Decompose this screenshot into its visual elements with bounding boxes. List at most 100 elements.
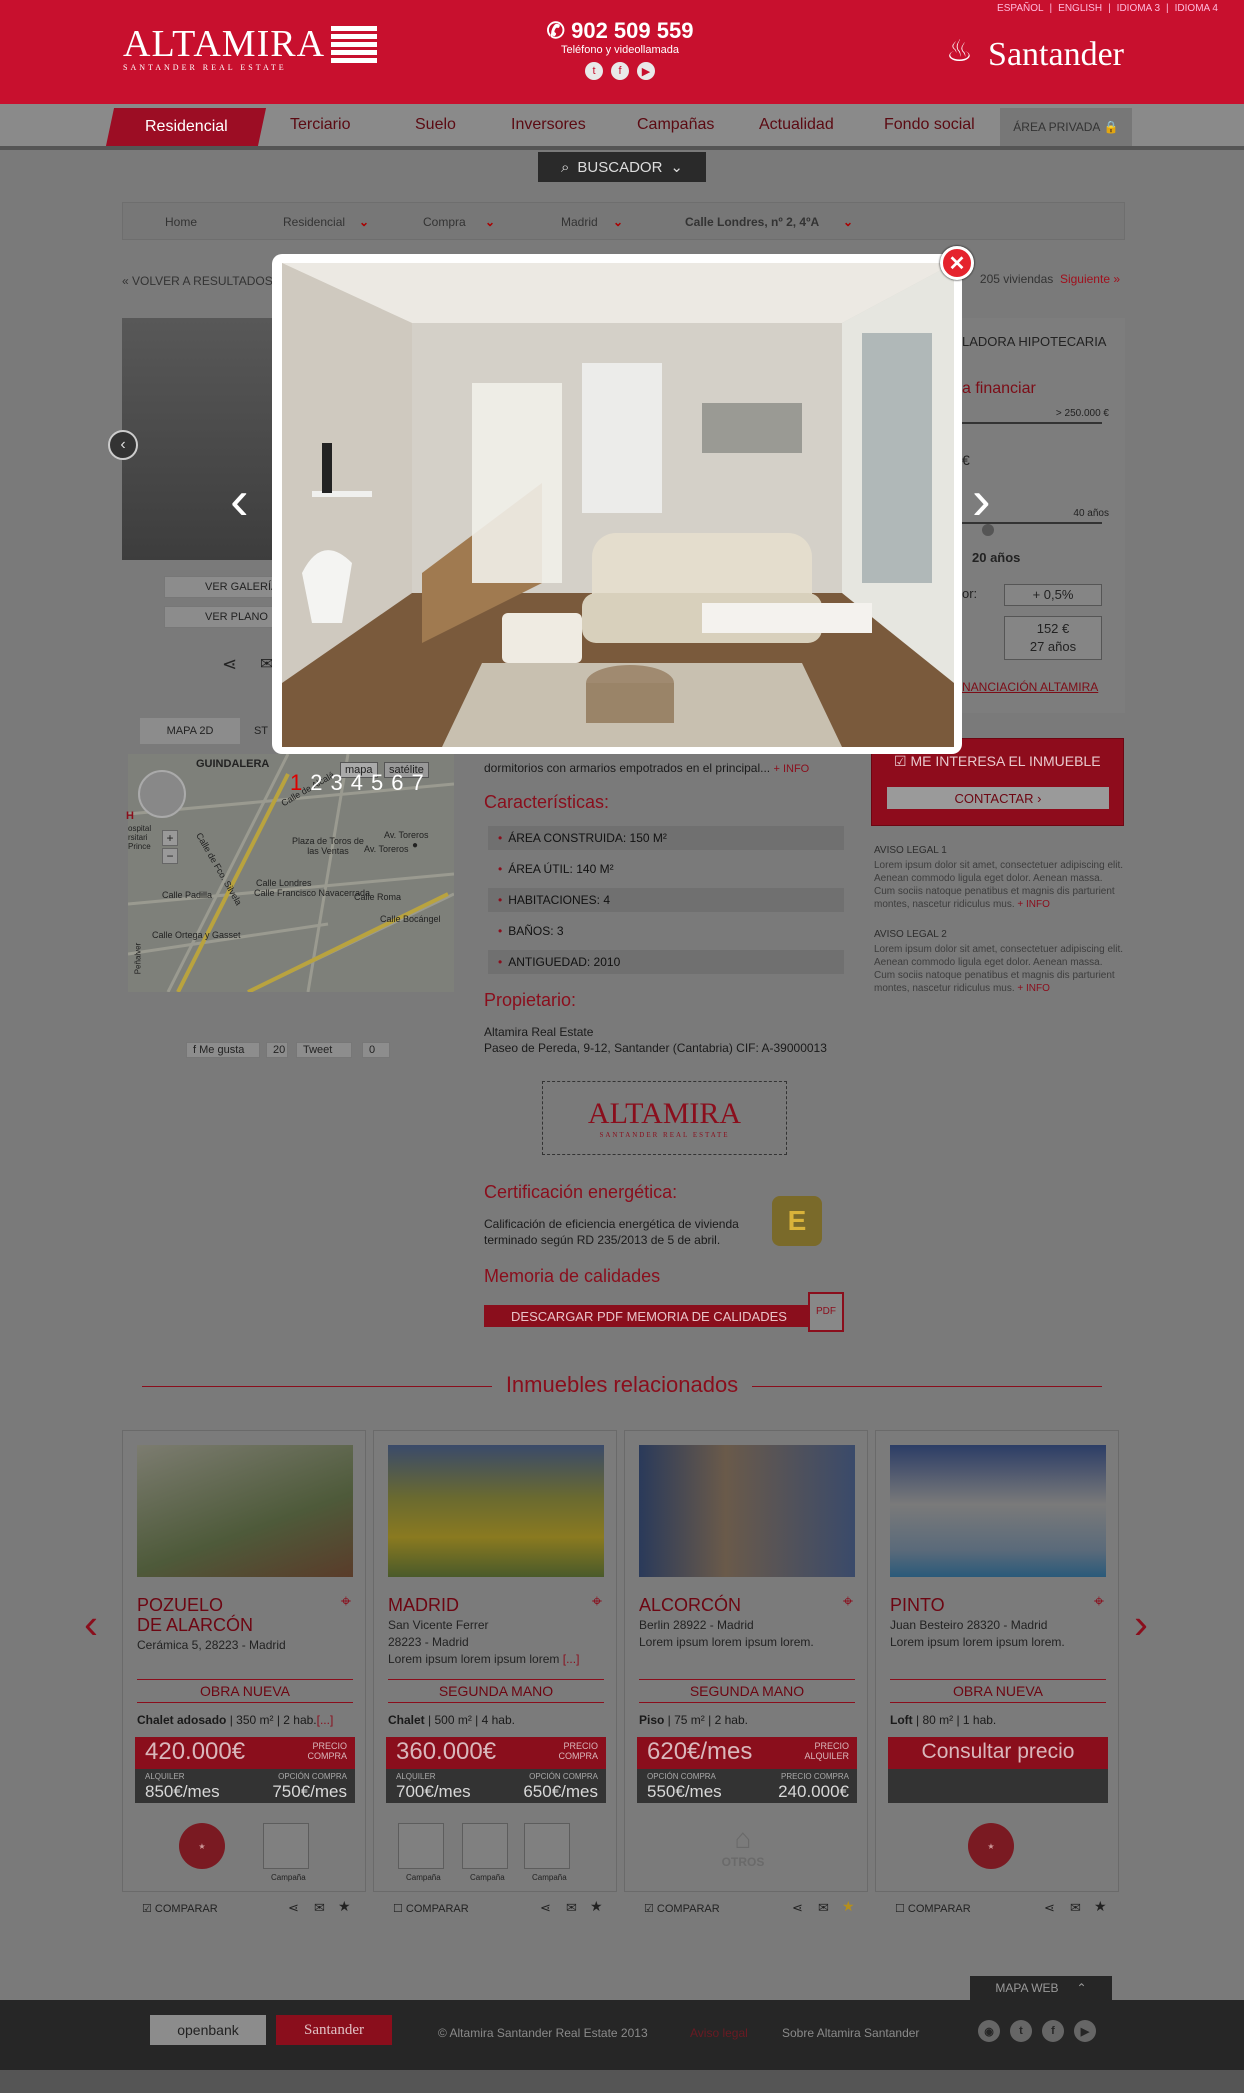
breadcrumb-address[interactable]: Calle Londres, nº 2, 4ºA [685, 215, 819, 229]
legal-more-link[interactable]: + INFO [1017, 899, 1050, 910]
related-card[interactable]: PINTO ⌖ Juan Besteiro 28320 - Madrid Lor… [875, 1430, 1119, 1892]
lang-idioma4[interactable]: IDIOMA 4 [1175, 3, 1218, 14]
related-prev-icon[interactable]: ‹ [84, 1600, 98, 1648]
download-pdf-button[interactable]: DESCARGAR PDF MEMORIA DE CALIDADES [484, 1305, 814, 1327]
back-to-results-link[interactable]: « VOLVER A RESULTADOS [122, 274, 273, 288]
rate-field[interactable]: + 0,5% [1004, 584, 1102, 606]
property-image[interactable] [388, 1445, 604, 1577]
lang-espanol[interactable]: ESPAÑOL [997, 3, 1044, 14]
interest-checkbox[interactable]: ☑ ME INTERESA EL INMUEBLE [894, 753, 1101, 770]
breadcrumb-home[interactable]: Home [165, 215, 197, 229]
about-link[interactable]: Sobre Altamira Santander [782, 2026, 919, 2040]
breadcrumb-madrid[interactable]: Madrid [561, 215, 598, 229]
youtube-icon[interactable]: ▶ [1074, 2020, 1096, 2042]
property-image[interactable] [137, 1445, 353, 1577]
nav-item-suelo[interactable]: Suelo [415, 116, 456, 134]
mail-icon[interactable]: ✉ [818, 1900, 829, 1916]
gallery-dot[interactable]: 3 [331, 770, 343, 796]
next-link[interactable]: Siguiente » [1060, 272, 1120, 286]
property-image[interactable] [639, 1445, 855, 1577]
gallery-prev-icon[interactable]: ‹ [108, 430, 138, 460]
share-icon[interactable]: ⋖ [792, 1900, 803, 1916]
share-icon[interactable]: ⋖ [1044, 1900, 1055, 1916]
property-image[interactable] [890, 1445, 1106, 1577]
search-toggle-button[interactable]: ⌕ BUSCADOR ⌄ [538, 152, 706, 182]
location-pin-icon[interactable]: ⌖ [843, 1591, 853, 1612]
location-pin-icon[interactable]: ⌖ [1094, 1591, 1104, 1612]
related-next-icon[interactable]: › [1134, 1600, 1148, 1648]
amount-slider[interactable] [962, 422, 1102, 424]
nav-item-terciario[interactable]: Terciario [290, 116, 350, 134]
phone-number[interactable]: 902 509 559 [571, 18, 693, 43]
star-icon[interactable]: ★ [590, 1898, 603, 1915]
others-house-icon[interactable]: ⌂ OTROS [711, 1823, 775, 1879]
consult-price-button[interactable]: Consultar precio [888, 1737, 1108, 1769]
tab-map-2d[interactable]: MAPA 2D [140, 718, 240, 744]
rss-icon[interactable]: ◉ [978, 2020, 1000, 2042]
zoom-out-button[interactable]: − [162, 848, 178, 864]
gallery-dot[interactable]: 6 [391, 770, 403, 796]
address-more-link[interactable]: [...] [563, 1652, 580, 1666]
campaign-thumb[interactable] [524, 1823, 570, 1869]
location-pin-icon[interactable]: ⌖ [341, 1591, 351, 1612]
star-icon[interactable]: ★ [1094, 1898, 1107, 1915]
gallery-dot[interactable]: 2 [310, 770, 322, 796]
mail-icon[interactable]: ✉ [1070, 1900, 1081, 1916]
compare-checkbox[interactable]: ☐ COMPARAR [393, 1902, 469, 1915]
youtube-icon[interactable]: ▶ [637, 62, 655, 80]
compare-checkbox[interactable]: ☐ COMPARAR [895, 1902, 971, 1915]
related-card[interactable]: MADRID ⌖ San Vicente Ferrer 28223 - Madr… [373, 1430, 617, 1892]
nav-item-residencial[interactable]: Residencial [105, 108, 267, 146]
altamira-logo[interactable]: ALTAMIRA SANTANDER REAL ESTATE [123, 22, 378, 72]
description-more-link[interactable]: + INFO [773, 763, 809, 775]
modal-prev-icon[interactable]: ‹ [230, 472, 249, 528]
related-card[interactable]: ALCORCÓN ⌖ Berlin 28922 - Madrid Lorem i… [624, 1430, 868, 1892]
private-area-button[interactable]: ÁREA PRIVADA 🔒 [1000, 108, 1132, 146]
nav-item-actualidad[interactable]: Actualidad [759, 116, 834, 134]
facebook-icon[interactable]: f [611, 62, 629, 80]
nav-item-fondo-social[interactable]: Fondo social [884, 116, 975, 134]
related-card[interactable]: POZUELO DE ALARCÓN ⌖ Cerámica 5, 28223 - … [122, 1430, 366, 1892]
contact-button[interactable]: CONTACTAR › [887, 787, 1109, 809]
compare-checkbox[interactable]: ☑ COMPARAR [142, 1902, 218, 1915]
detail-more-link[interactable]: [...] [317, 1713, 334, 1727]
financing-link[interactable]: NANCIACIÓN ALTAMIRA [962, 680, 1098, 694]
legal-link[interactable]: Aviso legal [690, 2026, 748, 2040]
nav-item-campanas[interactable]: Campañas [637, 116, 714, 134]
gallery-dot[interactable]: 1 [290, 770, 302, 796]
language-selector[interactable]: ESPAÑOL | ENGLISH | IDIOMA 3 | IDIOMA 4 [997, 3, 1218, 14]
breadcrumb-compra[interactable]: Compra [423, 215, 466, 229]
chevron-down-icon[interactable]: ⌄ [843, 215, 853, 229]
share-icon[interactable]: ⋖ [222, 654, 237, 675]
chevron-down-icon[interactable]: ⌄ [359, 215, 369, 229]
legal-more-link[interactable]: + INFO [1017, 983, 1050, 994]
twitter-icon[interactable]: t [1010, 2020, 1032, 2042]
zoom-in-button[interactable]: + [162, 830, 178, 846]
site-map-toggle[interactable]: MAPA WEB ⌃ [970, 1976, 1112, 2000]
santander-footer-logo[interactable]: Santander [276, 2015, 392, 2045]
compare-checkbox[interactable]: ☑ COMPARAR [644, 1902, 720, 1915]
lang-idioma3[interactable]: IDIOMA 3 [1117, 3, 1160, 14]
campaign-thumb[interactable] [398, 1823, 444, 1869]
location-pin-icon[interactable]: ⌖ [592, 1591, 602, 1612]
like-button[interactable]: f Me gusta [186, 1042, 260, 1058]
promo-badge-icon[interactable]: ★ [968, 1823, 1014, 1869]
nav-item-inversores[interactable]: Inversores [511, 116, 586, 134]
modal-next-icon[interactable]: › [972, 472, 991, 528]
map-pan-control[interactable] [138, 770, 186, 818]
share-icon[interactable]: ⋖ [288, 1900, 299, 1916]
pdf-icon[interactable]: PDF [808, 1292, 844, 1332]
promo-badge-icon[interactable]: ★ [179, 1823, 225, 1869]
lang-english[interactable]: ENGLISH [1058, 3, 1102, 14]
twitter-icon[interactable]: t [585, 62, 603, 80]
santander-logo[interactable]: ♨ Santander [946, 35, 1124, 74]
tweet-button[interactable]: Tweet [296, 1042, 352, 1058]
close-icon[interactable]: ✕ [940, 246, 974, 280]
star-icon[interactable]: ★ [842, 1898, 855, 1915]
breadcrumb-residencial[interactable]: Residencial [283, 215, 345, 229]
gallery-dot[interactable]: 5 [371, 770, 383, 796]
facebook-icon[interactable]: f [1042, 2020, 1064, 2042]
chevron-down-icon[interactable]: ⌄ [613, 215, 623, 229]
gallery-dot[interactable]: 7 [412, 770, 424, 796]
chevron-down-icon[interactable]: ⌄ [485, 215, 495, 229]
